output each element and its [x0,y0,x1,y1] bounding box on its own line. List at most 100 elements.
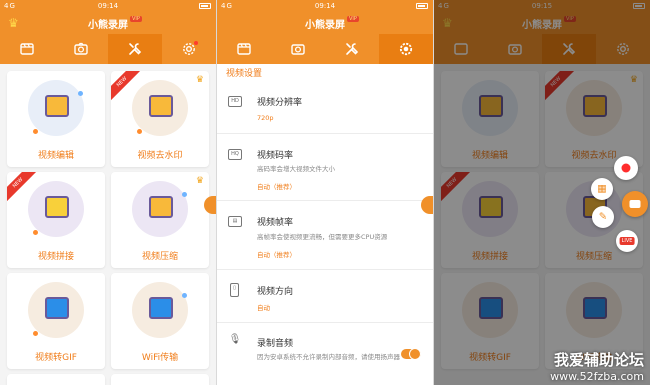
floating-handle[interactable] [421,196,433,214]
setting-title: 视频帧率 [257,218,294,228]
live-label: LIVE [619,237,635,245]
app-bar: ♛ 小熊录屏 VIP [0,12,216,34]
status-bar: 4G 09:14 [0,0,216,12]
setting-framerate[interactable]: ▤ 视频帧率 高帧率会使视频更流畅，但需要更多CPU资源 自动（推荐） [217,202,433,270]
battery-icon [416,3,428,9]
status-bar: 4G 09:14 [217,0,433,12]
tool-card-partial[interactable] [111,374,209,385]
tool-card-video-merge[interactable]: NEW 视频拼接 [7,172,105,268]
tab-screenshot[interactable] [54,34,108,64]
video-merge-icon [45,196,69,218]
tab-screenshot[interactable] [271,34,325,64]
tools-grid-icon: ▦ [597,183,607,195]
hq-icon: HQ [228,149,242,160]
vip-badge: VIP [130,16,142,22]
setting-description: 高帧率会使视频更流畅，但需要更多CPU资源 [257,233,388,241]
decor-dot [182,192,187,197]
setting-value: 自动（推荐） [257,183,296,191]
tool-label: 视频去水印 [137,151,183,161]
record-button[interactable] [614,156,638,180]
tab-record[interactable] [0,34,54,64]
notification-dot [194,41,198,45]
decor-dot [137,129,142,134]
setting-title: 视频码率 [257,151,294,161]
vip-crown-icon: ♛ [195,75,204,85]
decor-dot [33,230,38,235]
battery-icon [199,3,211,9]
clock: 09:14 [97,2,119,10]
record-dot-icon [621,163,631,173]
floating-handle[interactable] [204,196,216,214]
video-to-gif-icon [45,297,69,319]
tab-bar [217,34,433,64]
watermark-title: 我爱辅助论坛 [553,351,644,369]
camera-record-button[interactable] [622,191,648,217]
tab-bar [0,34,216,64]
tool-card-video-compress[interactable]: ♛ 视频压缩 [111,172,209,268]
setting-description: 因为安卓系统不允许录制内部音频，请使用扬声器 [257,353,400,361]
tool-label: 视频编辑 [37,151,74,161]
tool-label: 视频转GIF [35,353,77,363]
decor-dot [33,129,38,134]
live-button[interactable]: LIVE [616,230,638,252]
video-edit-icon [45,95,69,117]
tools-shortcut-button[interactable]: ▦ [591,178,613,200]
microphone-icon: 🎙 [228,334,242,345]
video-record-icon [20,43,34,55]
tools-screen: 4G 09:14 ♛ 小熊录屏 VIP 视频编辑 NEW ♛ 视频去水印 NEW… [0,0,216,385]
framerate-icon: ▤ [228,216,242,227]
tool-card-partial[interactable] [7,374,105,385]
gear-icon [399,42,413,56]
tools-icon [129,43,142,55]
camera-icon [74,42,88,55]
floating-menu-screen: 4G 09:15 ♛ 小熊录屏 VIP 视频编辑 NEW ♛ 视频去水印 NEW… [434,0,650,385]
setting-title: 视频方向 [257,287,294,297]
clock: 09:14 [314,2,336,10]
tab-settings[interactable] [379,34,433,64]
tool-label: WiFi传输 [141,353,179,363]
setting-orientation[interactable]: ▯ 视频方向 自动 [217,271,433,323]
vip-badge: VIP [347,16,359,22]
app-bar: 小熊录屏 VIP [217,12,433,34]
tool-card-wifi-transfer[interactable]: WiFi传输 [111,273,209,369]
vip-crown-icon: ♛ [195,176,204,186]
video-compress-icon [149,196,173,218]
wifi-transfer-icon [149,297,173,319]
remove-watermark-icon [149,95,173,117]
tool-card-video-to-gif[interactable]: 视频转GIF [7,273,105,369]
brush-button[interactable]: ✎ [592,206,614,228]
tab-settings[interactable] [162,34,216,64]
section-heading: 视频设置 [226,69,263,79]
setting-record-audio[interactable]: 🎙 录制音频 因为安卓系统不允许录制内部音频，请使用扬声器 [217,324,433,385]
screenshot-stage: 4G 09:14 ♛ 小熊录屏 VIP 视频编辑 NEW ♛ 视频去水印 NEW… [0,0,650,385]
setting-value: 自动（推荐） [257,251,296,259]
camera-record-icon [629,200,641,208]
decor-dot [33,331,38,336]
tool-label: 视频拼接 [37,252,74,262]
brush-icon: ✎ [598,211,608,223]
setting-value: 自动 [257,304,270,312]
site-watermark: 我爱辅助论坛 www.52fzba.com [550,349,644,383]
hd-icon: HD [228,96,242,107]
setting-title: 录制音频 [257,339,294,349]
tab-tools[interactable] [325,34,379,64]
video-record-icon [237,43,251,55]
setting-resolution[interactable]: HD 视频分辨率 720p [217,86,433,134]
tools-icon [346,43,359,55]
decor-dot [182,293,187,298]
setting-description: 高码率会增大视频文件大小 [257,165,335,173]
dim-overlay[interactable] [434,0,650,385]
tool-label: 视频压缩 [141,252,178,262]
tool-card-video-edit[interactable]: 视频编辑 [7,71,105,167]
decor-dot [78,91,83,96]
setting-bitrate[interactable]: HQ 视频码率 高码率会增大视频文件大小 自动（推荐） [217,135,433,201]
setting-value: 720p [257,114,274,122]
tool-card-remove-watermark[interactable]: NEW ♛ 视频去水印 [111,71,209,167]
setting-title: 视频分辨率 [257,98,303,108]
tab-record[interactable] [217,34,271,64]
watermark-url: www.52fzba.com [550,370,644,383]
settings-screen: 4G 09:14 小熊录屏 VIP 视频设置 HD 视频分辨率 720p HQ … [217,0,433,385]
tab-tools[interactable] [108,34,162,64]
audio-toggle[interactable] [401,348,421,360]
app-title: 小熊录屏 [305,20,345,31]
